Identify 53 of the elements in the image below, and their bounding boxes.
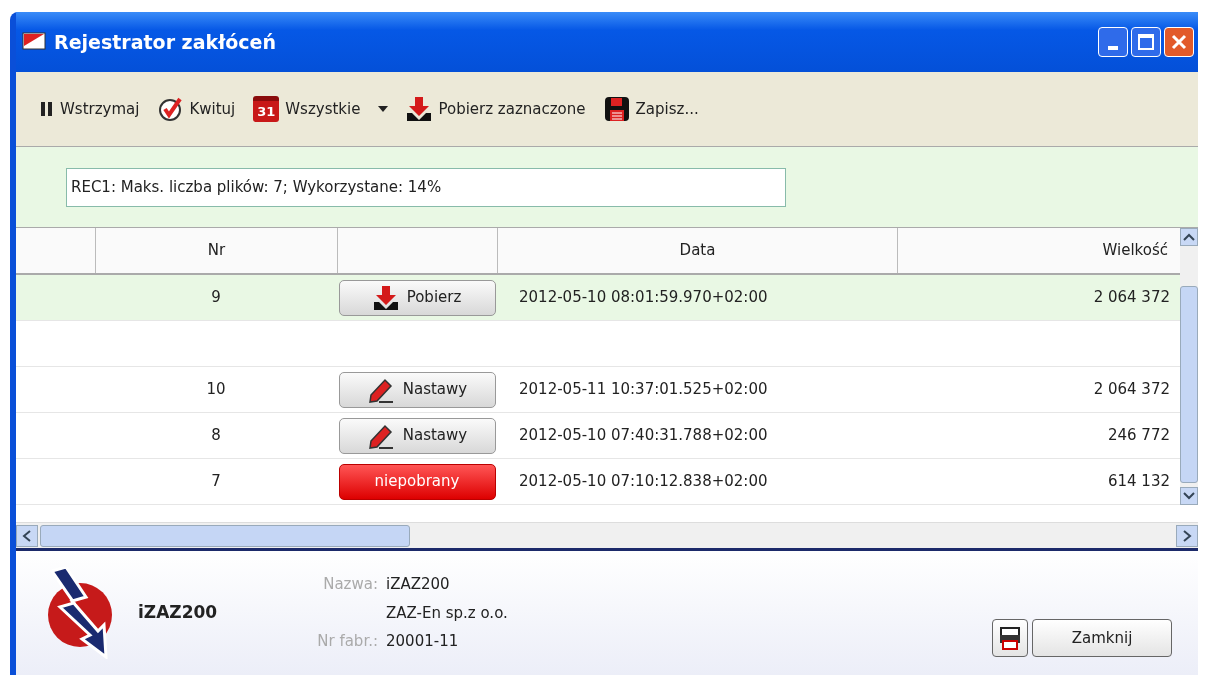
table-cell-text: 2 064 372 [1093,379,1170,401]
table-cell-text: 246 772 [1107,425,1170,447]
field-label: Nazwa: [322,574,378,596]
minimize-icon [1108,46,1118,50]
caret-icon [378,106,389,112]
close-dialog-button[interactable]: Zamknij [1032,619,1172,657]
dropdown-button[interactable] [376,104,391,114]
status-button[interactable]: niepobrany [338,463,496,500]
app-icon [22,32,46,52]
table-cell-text: 8 [211,425,221,447]
table-cell-text: 2012-05-10 07:10:12.838+02:00 [519,471,768,493]
maximize-icon [1137,33,1155,51]
toolbar-button[interactable]: Pobierz zaznaczone [404,94,588,124]
close-icon [1170,33,1188,51]
toolbar-button[interactable]: 31 Wszystkie [251,94,363,124]
toolbar-button[interactable]: Wstrzymaj [38,95,142,123]
toolbar-button[interactable]: Zapisz... [601,94,701,124]
checkmark-icon [157,96,184,122]
download-button[interactable]: Pobierz [338,279,496,316]
close-button[interactable] [1164,27,1194,57]
minimize-button[interactable] [1098,27,1128,57]
pencil-icon [366,376,395,403]
pause-icon [40,100,54,118]
info-field[interactable]: REC1: Maks. liczba plików: 7; Wykorzystane: 14% [66,167,786,207]
window-title: Rejestrator zakłóceń [54,29,276,55]
table-cell-text: 2 064 372 [1093,287,1170,309]
field-value: iZAZ200 [386,574,450,596]
horizontal-scrollbar[interactable] [16,522,1198,548]
table-cell-text: 614 132 [1107,471,1170,493]
table-cell-text: 2012-05-11 10:37:01.525+02:00 [519,379,768,401]
table-cell-text: 9 [211,287,221,309]
vertical-scrollbar[interactable] [1180,228,1198,505]
download-icon [406,96,433,122]
pencil-icon [366,422,395,449]
download-icon [372,284,399,311]
field-value: 20001-11 [386,631,459,653]
table-cell-text: 2012-05-10 08:01:59.970+02:00 [519,287,768,309]
settings-button[interactable]: Nastawy [338,417,496,454]
table-row[interactable]: 9 Pobierz 2012-05-10 08:01:59.970+02:00 2 064 372 [16,275,1180,321]
column-header[interactable]: Nr [95,228,337,273]
print-button[interactable] [992,619,1028,657]
maximize-button[interactable] [1131,27,1161,57]
calendar-icon: 31 [253,96,280,122]
printer-icon [999,626,1021,650]
device-name: iZAZ200 [138,601,219,625]
column-header[interactable]: Data [497,228,897,273]
table-cell-text: 2012-05-10 07:40:31.788+02:00 [519,425,768,447]
field-label: Nr fabr.: [316,631,378,653]
table-cell-text: 7 [211,471,221,493]
settings-button[interactable]: Nastawy [338,371,496,408]
toolbar-button[interactable]: Kwituj [155,94,238,124]
field-value: ZAZ-En sp.z o.o. [386,602,508,624]
table-cell-text: 10 [206,379,226,401]
